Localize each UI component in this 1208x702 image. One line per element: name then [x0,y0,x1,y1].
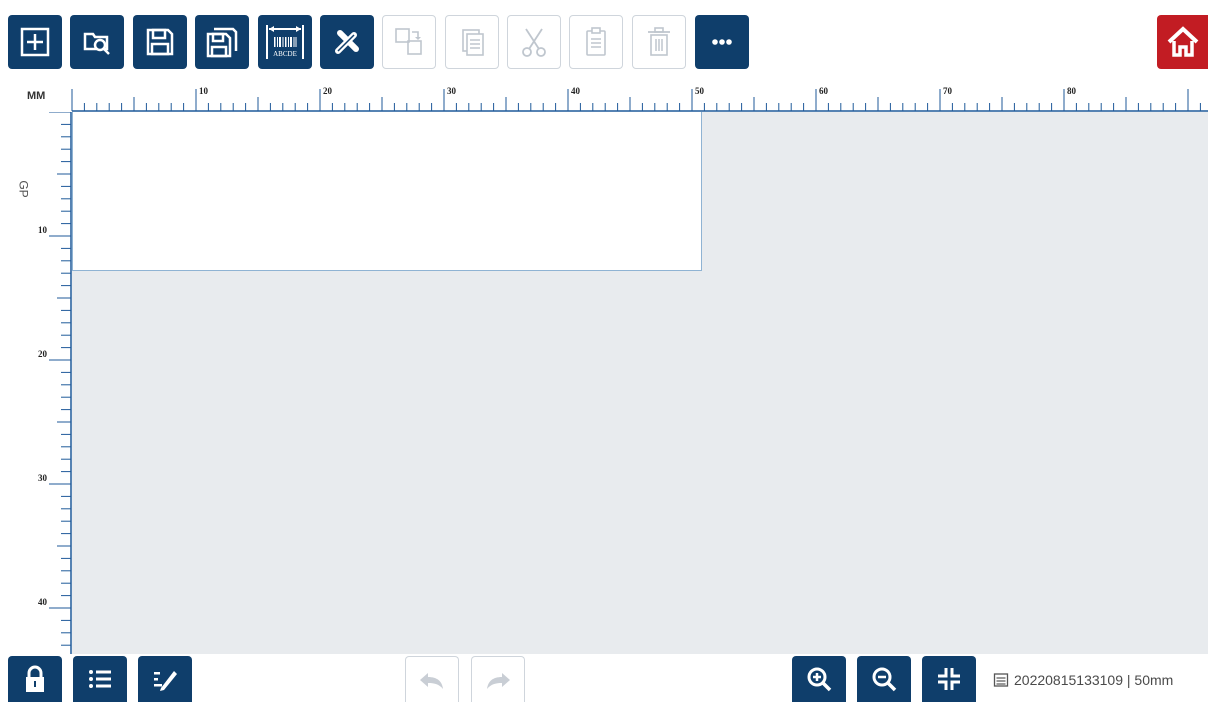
cut-button[interactable] [507,15,561,69]
status-bar: 20220815133109 | 50mm [993,670,1173,690]
tools-icon [335,30,359,54]
save-button[interactable] [133,15,187,69]
paste-button[interactable] [569,15,623,69]
ruler-unit-label: MM [27,90,46,102]
ruler-top-label: 80 [1067,86,1077,96]
open-file-icon [83,32,110,55]
main-toolbar: ABCDE [0,0,1208,82]
label-canvas[interactable] [72,112,702,271]
fit-to-screen-icon [938,668,960,690]
new-button[interactable] [8,15,62,69]
save-icon [146,28,174,56]
ruler-left-label: 20 [38,349,48,359]
redo-button[interactable] [471,656,525,702]
lock-icon [26,665,44,692]
save-as-icon [206,27,238,58]
open-button[interactable] [70,15,124,69]
home-icon [1167,26,1198,57]
more-button[interactable] [695,15,749,69]
list-button[interactable] [73,656,127,702]
arrange-button[interactable] [382,15,436,69]
arrange-icon [395,28,422,55]
ruler-top-label: 70 [943,86,953,96]
horizontal-ruler: 10 20 30 40 50 60 70 80 [0,82,1208,112]
zoom-out-button[interactable] [857,656,911,702]
ruler-top-label: 10 [199,86,209,96]
printer-head-icon [993,673,1009,687]
paste-icon [586,27,606,56]
ruler-top-label: 60 [819,86,829,96]
copy-icon [462,29,484,56]
new-icon [20,27,50,57]
ruler-left-label: 40 [38,597,48,607]
delete-button[interactable] [632,15,686,69]
barcode-caption: ABCDE [273,50,297,58]
list-icon [89,670,111,688]
fit-to-screen-button[interactable] [922,656,976,702]
edit-icon [154,671,177,691]
more-icon [712,39,732,45]
zoom-out-icon [872,667,897,692]
undo-icon [420,672,443,689]
ruler-top-label: 50 [695,86,705,96]
edit-button[interactable] [138,656,192,702]
barcode-size-icon: ABCDE [266,25,304,59]
ruler-left-label: 30 [38,473,48,483]
tools-button[interactable] [320,15,374,69]
status-text: 20220815133109 | 50mm [1014,672,1174,688]
barcode-size-button[interactable]: ABCDE [258,15,312,69]
zoom-in-button[interactable] [792,656,846,702]
undo-button[interactable] [405,656,459,702]
ruler-left-label: 10 [38,225,48,235]
delete-icon [648,27,670,56]
ruler-top-label: 30 [447,86,457,96]
ruler-top-label: 20 [323,86,333,96]
home-button[interactable] [1157,15,1208,69]
vertical-ruler: 10 20 30 40 [0,111,72,654]
ruler-top-label: 40 [571,86,581,96]
cut-icon [522,28,546,57]
ruler-side-label: GP [16,180,31,198]
copy-button[interactable] [445,15,499,69]
redo-icon [487,672,510,689]
lock-button[interactable] [8,656,62,702]
save-as-button[interactable] [195,15,249,69]
zoom-in-icon [807,667,832,692]
